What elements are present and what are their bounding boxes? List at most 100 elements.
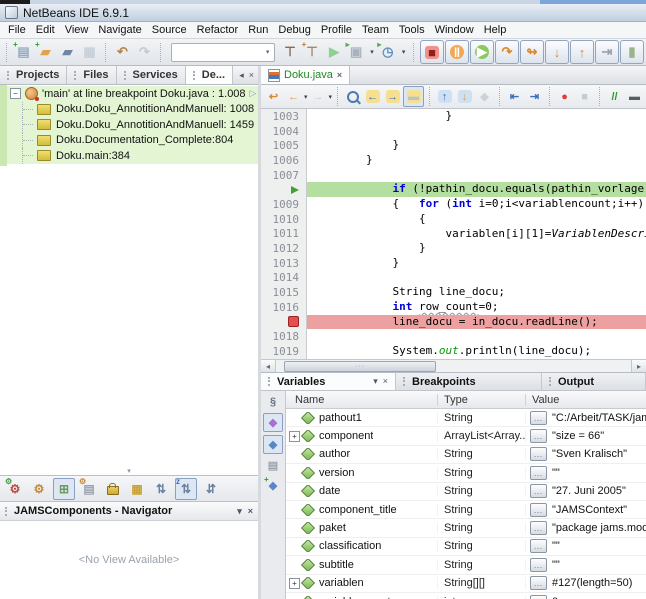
variable-row[interactable]: dateString..."27. Juni 2005" (286, 483, 646, 501)
code-line[interactable]: 1003 } (261, 109, 646, 124)
show-evaluation-result-icon[interactable]: ◆ (263, 435, 283, 454)
menu-profile[interactable]: Profile (316, 23, 357, 37)
dropdown-caret-icon[interactable]: ▾ (399, 48, 408, 56)
step-over-expression-icon[interactable]: ↬ (520, 40, 544, 64)
variable-row[interactable]: classificationString..."" (286, 538, 646, 556)
toggle-bookmark-icon[interactable]: ◆ (475, 87, 494, 106)
dock-left-icon[interactable]: ◂ (239, 70, 244, 81)
menu-debug[interactable]: Debug (273, 23, 315, 37)
new-watch-icon[interactable]: ◆+ (264, 477, 282, 494)
column-header-type[interactable]: Type (438, 394, 526, 406)
sort-suspended-icon[interactable]: ⇅ (151, 479, 171, 499)
find-selection-icon[interactable] (343, 87, 362, 106)
build-icon[interactable]: ⊤ (280, 42, 301, 63)
collapse-icon[interactable]: − (10, 88, 21, 99)
open-project-icon[interactable]: ▰ (57, 42, 78, 63)
tab-projects[interactable]: Projects (0, 66, 67, 84)
navigator-header[interactable]: JAMSComponents - Navigator ▾ × (0, 501, 258, 520)
variable-row[interactable]: component_titleString..."JAMSContext" (286, 501, 646, 519)
start-macro-recording-icon[interactable]: ● (555, 87, 574, 106)
menu-file[interactable]: File (3, 23, 31, 37)
dropdown-caret-icon[interactable]: ▾ (304, 93, 308, 101)
dropdown-caret-icon[interactable]: ▾ (262, 48, 274, 56)
comment-icon[interactable]: // (605, 87, 624, 106)
find-previous-occurrence-icon[interactable]: ← (363, 87, 382, 106)
horizontal-scrollbar[interactable]: ◂ ··· ▸ (261, 359, 646, 372)
menu-view[interactable]: View (60, 23, 94, 37)
show-thread-groups-icon[interactable]: ⊞ (53, 478, 75, 500)
save-all-icon[interactable]: ▦ (79, 42, 100, 63)
previous-bookmark-icon[interactable]: ↑ (435, 87, 454, 106)
value-editor-button[interactable]: ... (530, 429, 547, 443)
close-icon[interactable]: × (249, 70, 254, 80)
undo-icon[interactable]: ↶ (112, 42, 133, 63)
close-icon[interactable]: × (337, 70, 342, 80)
value-editor-button[interactable]: ... (530, 539, 547, 553)
menu-run[interactable]: Run (243, 23, 273, 37)
value-editor-button[interactable]: ... (530, 576, 547, 590)
finish-debugger-icon[interactable]: ■ (420, 40, 444, 64)
code-line[interactable]: 1007 (261, 168, 646, 183)
code-line[interactable]: 1019 System.out.println(line_docu); (261, 344, 646, 359)
tab-breakpoints[interactable]: Breakpoints (396, 373, 542, 390)
step-over-icon[interactable]: ↷ (495, 40, 519, 64)
column-header-value[interactable]: Value (526, 394, 646, 406)
value-editor-button[interactable]: ... (530, 521, 547, 535)
show-monitors-icon[interactable] (103, 479, 123, 499)
code-line[interactable]: 1014 (261, 271, 646, 286)
clean-build-icon[interactable]: ⊤+ (302, 42, 323, 63)
shift-line-right-icon[interactable]: ⇥ (525, 87, 544, 106)
expand-icon[interactable]: + (289, 431, 300, 442)
new-file-icon[interactable]: ▤+ (13, 42, 34, 63)
code-line[interactable]: 1011 variablen[i][1]=VariablenDescri (261, 227, 646, 242)
menu-window[interactable]: Window (430, 23, 479, 37)
new-project-icon[interactable]: ▰+ (35, 42, 56, 63)
menu-refactor[interactable]: Refactor (192, 23, 244, 37)
scroll-left-icon[interactable]: ◂ (261, 360, 276, 372)
scrollbar-thumb[interactable]: ··· (284, 361, 436, 372)
stack-frame-row[interactable]: Doku.main:384 (0, 148, 258, 164)
resume-threads-icon[interactable]: ⚙⚙ (5, 479, 25, 499)
shift-line-left-icon[interactable]: ⇤ (505, 87, 524, 106)
tab-output[interactable]: Output (542, 373, 646, 390)
menu-edit[interactable]: Edit (31, 23, 60, 37)
code-line[interactable]: 1010 { (261, 212, 646, 227)
editor-tab-doku-java[interactable]: Doku.java × (261, 66, 350, 84)
sort-natural-icon[interactable]: ⇵ (201, 479, 221, 499)
menu-tools[interactable]: Tools (394, 23, 430, 37)
variable-row[interactable]: +variablenString[][]...#127(length=50) (286, 575, 646, 593)
close-icon[interactable]: × (383, 376, 388, 387)
debugging-tree[interactable]: −'main' at line breakpoint Doku.java : 1… (0, 85, 258, 468)
splitter-handle[interactable]: ▾ (0, 468, 258, 475)
code-line[interactable]: 1006 } (261, 153, 646, 168)
code-line[interactable]: line_docu = in_docu.readLine(); (261, 315, 646, 330)
code-editor[interactable]: 1003 }10041005 }1006 }1007 if (!pathin_d… (261, 109, 646, 359)
last-edit-location-icon[interactable]: ↩ (264, 87, 283, 106)
code-line[interactable]: 1004 (261, 124, 646, 139)
menu-source[interactable]: Source (147, 23, 192, 37)
tab-files[interactable]: Files (67, 66, 116, 84)
stack-frame-row[interactable]: Doku.Documentation_Complete:804 (0, 133, 258, 149)
stack-frame-row[interactable]: Doku.Doku_AnnotitionAndManuell: 1459 (0, 117, 258, 133)
menu-navigate[interactable]: Navigate (93, 23, 146, 37)
code-line[interactable]: if (!pathin_docu.equals(pathin_vorlage) (261, 182, 646, 197)
close-icon[interactable]: × (248, 506, 253, 517)
debug-icon[interactable]: ▣▸ (346, 42, 367, 63)
next-bookmark-icon[interactable]: ↓ (455, 87, 474, 106)
stop-macro-recording-icon[interactable]: ■ (575, 87, 594, 106)
expand-icon[interactable]: + (289, 578, 300, 589)
menu-team[interactable]: Team (357, 23, 394, 37)
tree-root-thread[interactable]: −'main' at line breakpoint Doku.java : 1… (0, 86, 258, 102)
variable-row[interactable]: paketString..."package jams.model" (286, 519, 646, 537)
back-icon[interactable]: ← (284, 87, 303, 106)
title-bar[interactable]: NetBeans IDE 6.9.1 (0, 4, 646, 22)
minimize-icon[interactable]: ▾ (373, 376, 378, 387)
variables-view-settings-icon[interactable]: ▤ (264, 457, 282, 474)
configuration-combo[interactable]: ▾ (171, 43, 275, 62)
show-columns-icon[interactable]: ▦ (127, 479, 147, 499)
column-header-name[interactable]: Name (286, 394, 438, 406)
step-out-icon[interactable]: ↑ (570, 40, 594, 64)
value-editor-button[interactable]: ... (530, 558, 547, 572)
continue-icon[interactable]: ▶ (470, 40, 494, 64)
stack-frame-row[interactable]: Doku.Doku_AnnotitionAndManuell: 1008 (0, 102, 258, 118)
